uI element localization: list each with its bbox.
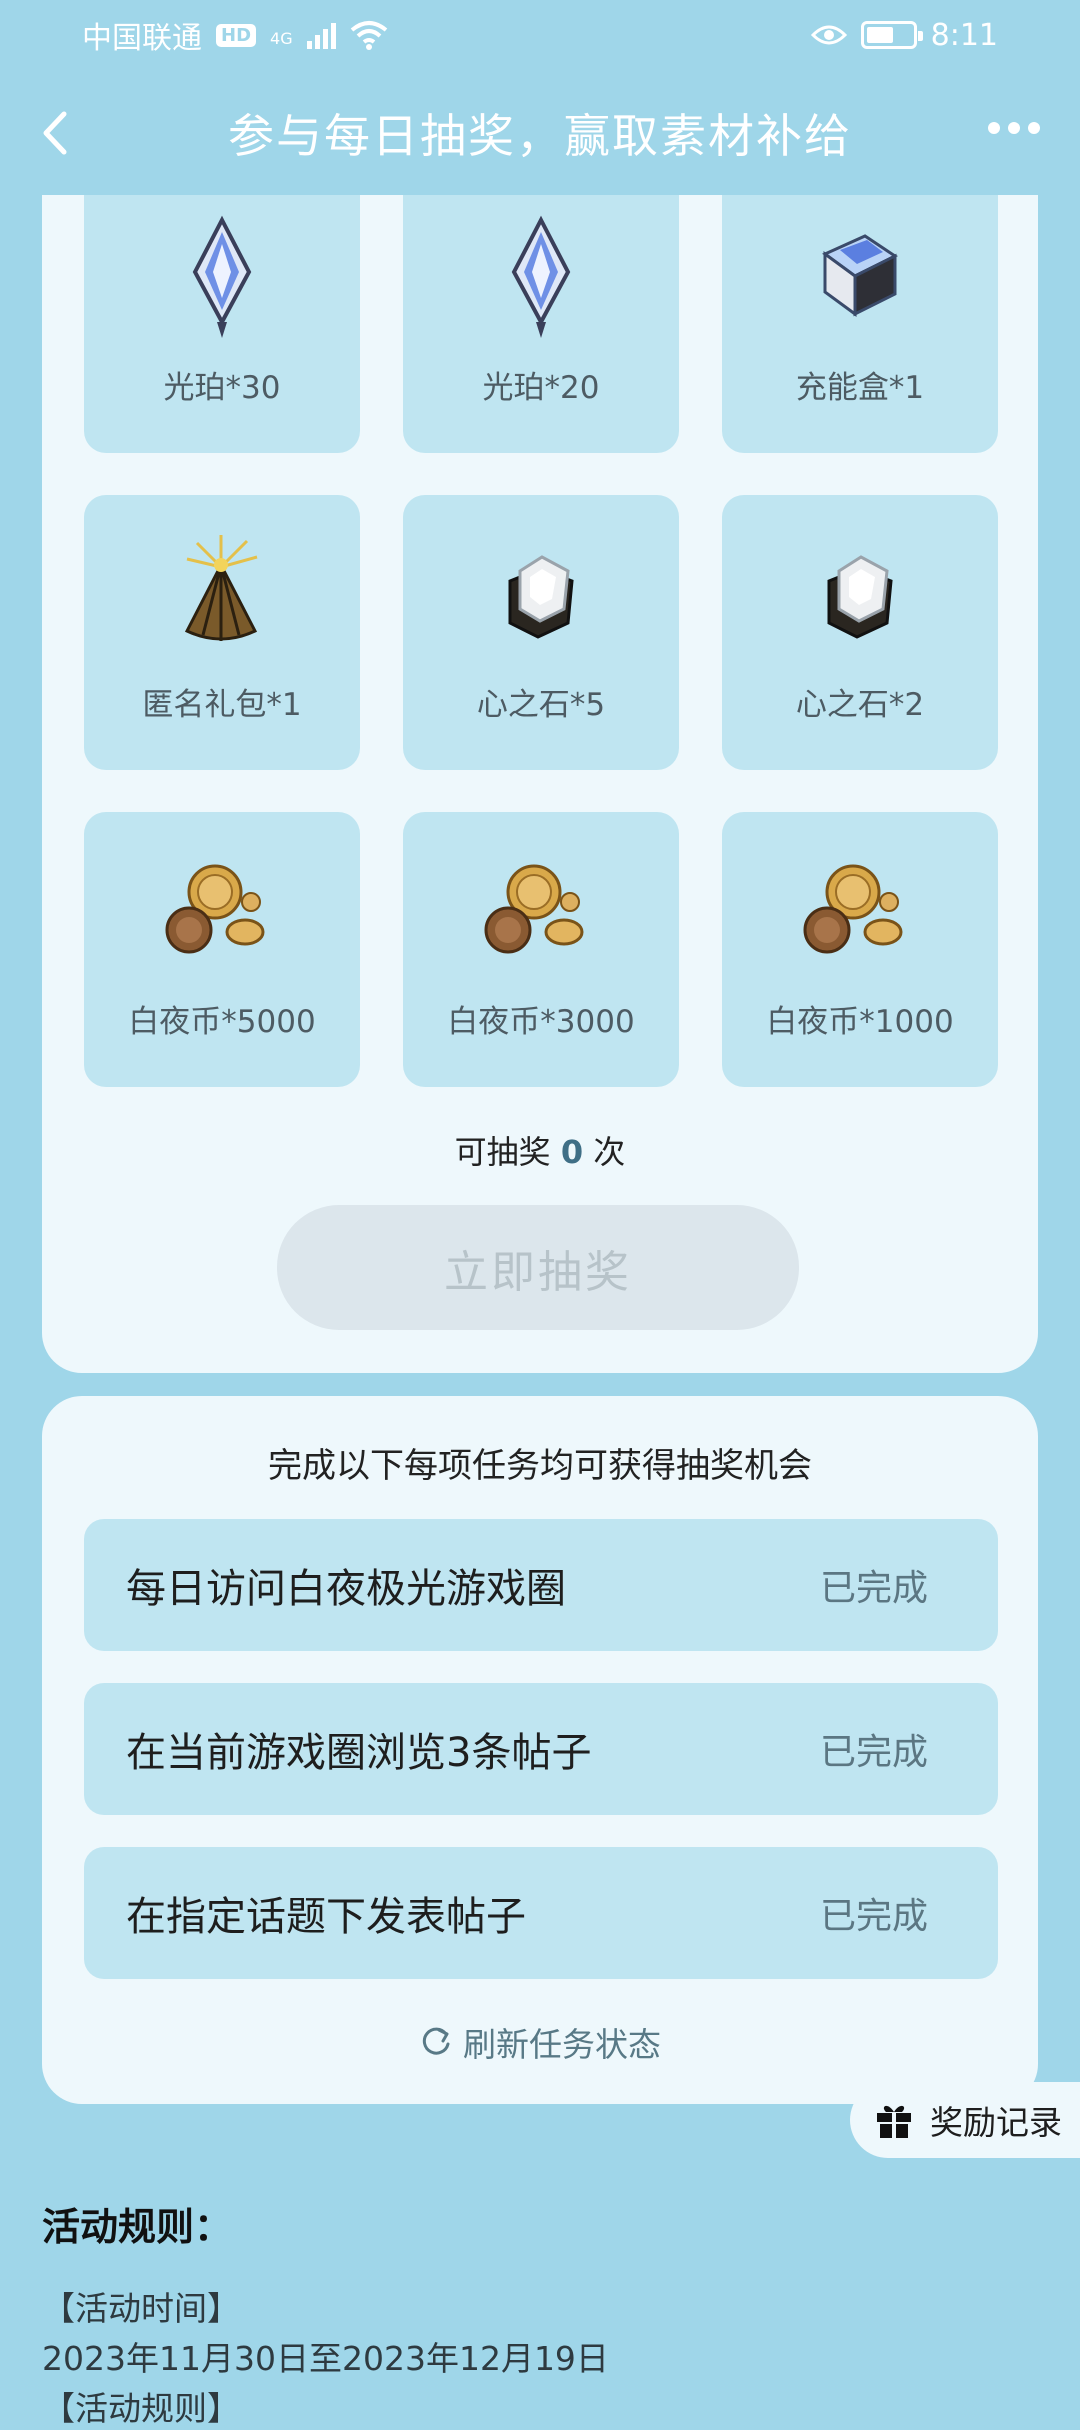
prize-tile: 白夜币*5000 (84, 812, 360, 1087)
gift-bag-icon (157, 531, 287, 661)
prize-tile: 白夜币*3000 (403, 812, 679, 1087)
draw-count-value: 0 (560, 1133, 584, 1171)
signal-icon (306, 21, 336, 49)
crystal-icon (157, 214, 287, 344)
prize-label: 白夜币*5000 (128, 1004, 316, 1040)
prize-card: 光珀*30 光珀*20 充能盒*1 匿名礼包*1 心之石*5 心之石*2 白夜币*5000 白… (42, 195, 1038, 1373)
task-row[interactable]: 在指定话题下发表帖子 已完成 (84, 1847, 998, 1979)
network-type: 4G (270, 29, 293, 48)
prize-label: 白夜币*3000 (447, 1004, 635, 1040)
reward-record-button[interactable]: 奖励记录 (850, 2082, 1080, 2158)
reward-record-label: 奖励记录 (930, 2103, 1062, 2142)
refresh-label: 刷新任务状态 (463, 2025, 661, 2064)
clock: 8:11 (930, 17, 998, 53)
refresh-icon (422, 2027, 450, 2055)
prize-label: 匿名礼包*1 (142, 687, 302, 723)
more-options-icon[interactable] (988, 122, 1040, 134)
task-row[interactable]: 每日访问白夜极光游戏圈 已完成 (84, 1519, 998, 1651)
heart-stone-icon (476, 531, 606, 661)
charge-box-icon (795, 214, 925, 344)
task-status: 已完成 (819, 1568, 928, 1609)
prize-label: 光珀*20 (482, 370, 600, 406)
heart-stone-icon (795, 531, 925, 661)
task-card: 完成以下每项任务均可获得抽奖机会 每日访问白夜极光游戏圈 已完成 在当前游戏圈浏… (42, 1396, 1038, 2104)
refresh-task-button[interactable]: 刷新任务状态 (42, 2018, 1038, 2066)
wifi-icon (350, 21, 387, 50)
battery-icon (860, 21, 923, 49)
crystal-icon (476, 214, 606, 344)
rules-heading: 【活动规则】 (42, 2389, 240, 2428)
battery-fill (866, 27, 894, 43)
prize-tile: 光珀*30 (84, 195, 360, 453)
page-title: 参与每日抽奖，赢取素材补给 (228, 108, 852, 163)
hd-badge: HD (216, 23, 257, 47)
draw-count-suffix: 次 (593, 1133, 626, 1171)
task-name: 在当前游戏圈浏览3条帖子 (126, 1730, 592, 1776)
prize-label: 光珀*30 (163, 370, 281, 406)
prize-label: 白夜币*1000 (766, 1004, 954, 1040)
prize-label: 心之石*2 (795, 687, 925, 723)
task-heading: 完成以下每项任务均可获得抽奖机会 (268, 1446, 812, 1486)
draw-now-button[interactable]: 立即抽奖 (277, 1205, 799, 1330)
task-status: 已完成 (819, 1732, 928, 1773)
prize-tile: 光珀*20 (403, 195, 679, 453)
gift-icon (877, 2105, 911, 2138)
prize-tile: 匿名礼包*1 (84, 495, 360, 770)
status-bar: 中国联通 HD 4G 8:11 (0, 0, 1080, 70)
prize-label: 充能盒*1 (795, 370, 925, 406)
task-row[interactable]: 在当前游戏圈浏览3条帖子 已完成 (84, 1683, 998, 1815)
prize-tile: 白夜币*1000 (722, 812, 998, 1087)
eye-icon (810, 25, 847, 45)
coins-icon (157, 848, 287, 978)
task-status: 已完成 (819, 1896, 928, 1937)
task-name: 每日访问白夜极光游戏圈 (126, 1566, 566, 1612)
coins-icon (476, 848, 606, 978)
prize-grid: 光珀*30 光珀*20 充能盒*1 匿名礼包*1 心之石*5 心之石*2 白夜币*5000 白… (84, 195, 998, 1129)
prize-tile: 心之石*5 (403, 495, 679, 770)
nav-bar: 参与每日抽奖，赢取素材补给 (0, 70, 1080, 195)
status-right: 8:11 (810, 17, 998, 53)
draw-count: 可抽奖 0 次 (42, 1127, 1038, 1173)
back-icon[interactable] (36, 108, 76, 158)
rules-time-value: 2023年11月30日至2023年12月19日 (42, 2339, 609, 2378)
draw-count-prefix: 可抽奖 (454, 1133, 551, 1171)
rules-time-heading: 【活动时间】 (42, 2289, 240, 2328)
task-name: 在指定话题下发表帖子 (126, 1894, 526, 1940)
prize-tile: 心之石*2 (722, 495, 998, 770)
prize-tile: 充能盒*1 (722, 195, 998, 453)
carrier-name: 中国联通 (82, 21, 202, 56)
prize-label: 心之石*5 (476, 687, 606, 723)
status-left: 中国联通 HD 4G (82, 13, 388, 57)
coins-icon (795, 848, 925, 978)
rules-title: 活动规则： (42, 2205, 233, 2249)
